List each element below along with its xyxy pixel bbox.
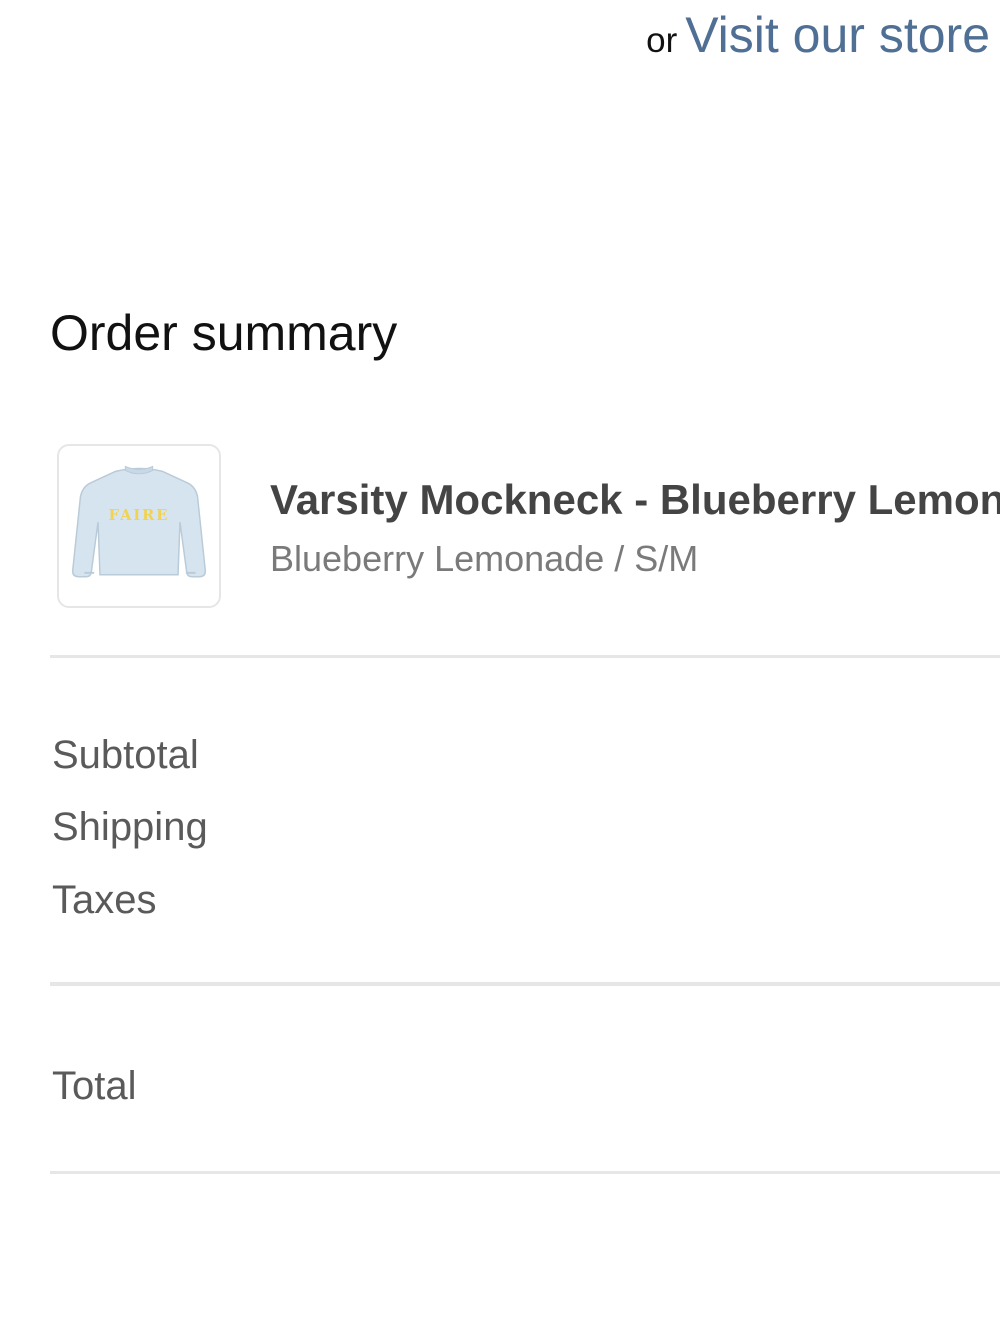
product-variant: Blueberry Lemonade / S/M [270, 538, 699, 579]
or-text: or [646, 21, 678, 60]
shipping-label: Shipping [52, 805, 208, 849]
costs-divider [50, 982, 1000, 986]
taxes-label: Taxes [52, 878, 157, 922]
total-label: Total [52, 1064, 137, 1108]
subtotal-label: Subtotal [52, 733, 199, 777]
total-divider [50, 1171, 1000, 1174]
product-name: Varsity Mockneck - Blueberry Lemonade [270, 476, 1000, 523]
visit-store-link[interactable]: Visit our store [685, 7, 990, 63]
store-link-line: or Visit our store [646, 10, 990, 60]
order-summary-title: Order summary [50, 305, 398, 361]
item-divider [50, 655, 1000, 658]
sweatshirt-icon: FAIRE [71, 465, 207, 578]
sweatshirt-lettering: FAIRE [109, 507, 170, 524]
product-thumbnail: FAIRE [57, 444, 221, 608]
